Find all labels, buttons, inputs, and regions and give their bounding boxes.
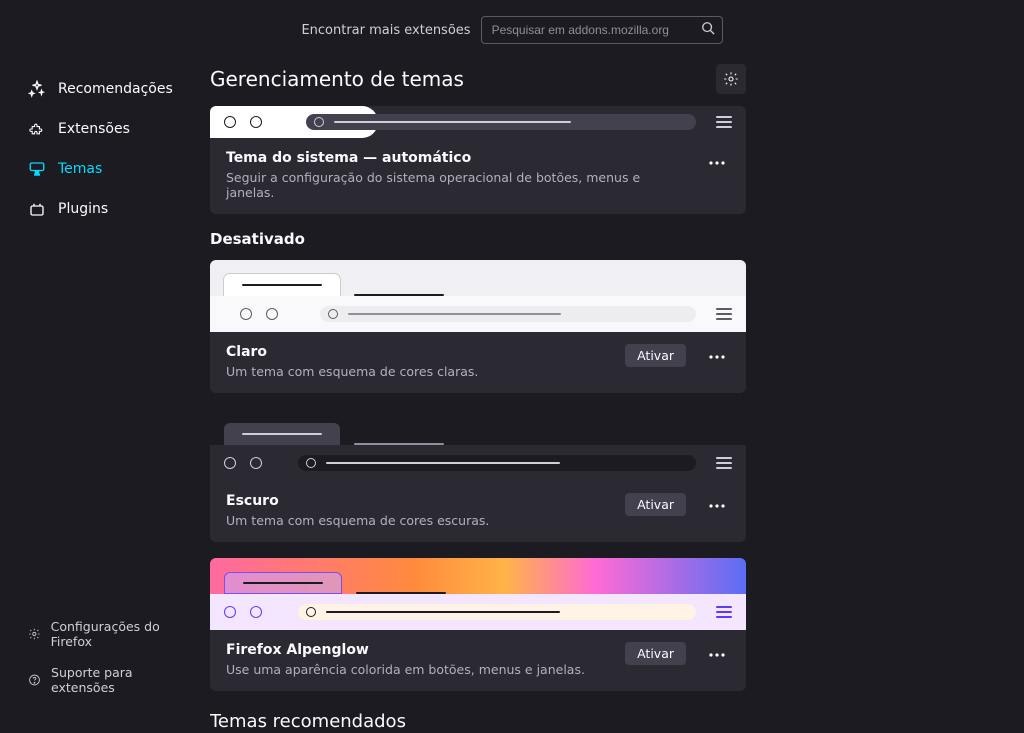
activate-button[interactable]: Ativar [625, 344, 686, 367]
gear-icon [28, 627, 41, 641]
theme-desc: Um tema com esquema de cores escuras. [226, 513, 613, 528]
theme-preview [210, 296, 746, 332]
theme-desc: Use uma aparência colorida em botões, me… [226, 662, 613, 677]
footer-link-label: Configurações do Firefox [51, 619, 190, 649]
help-icon [28, 673, 41, 687]
sidebar: Recomendações Extensões Temas Plugins Co… [0, 54, 210, 733]
theme-preview-tabstrip [210, 260, 746, 296]
more-options-button[interactable] [704, 493, 730, 519]
plugin-icon [28, 200, 46, 218]
search-label: Encontrar mais extensões [301, 23, 470, 38]
footer-link-settings[interactable]: Configurações do Firefox [18, 613, 200, 655]
recommended-heading: Temas recomendados [210, 711, 746, 732]
puzzle-icon [28, 120, 46, 138]
sparkle-icon [28, 80, 46, 98]
footer-link-support[interactable]: Suporte para extensões [18, 659, 200, 701]
theme-desc: Um tema com esquema de cores claras. [226, 364, 613, 379]
theme-card-dark: Escuro Um tema com esquema de cores escu… [210, 409, 746, 542]
more-options-button[interactable] [704, 150, 730, 176]
theme-preview-tabstrip [210, 409, 746, 445]
search-box [481, 16, 723, 44]
activate-button[interactable]: Ativar [625, 493, 686, 516]
sidebar-item-label: Extensões [58, 121, 130, 137]
theme-title[interactable]: Escuro [226, 493, 613, 509]
theme-card-system-auto: Tema do sistema — automático Seguir a co… [210, 106, 746, 214]
page-title: Gerenciamento de temas [210, 67, 464, 91]
theme-title[interactable]: Firefox Alpenglow [226, 642, 613, 658]
sidebar-item-label: Temas [58, 161, 102, 177]
ellipsis-icon [709, 355, 725, 359]
themes-settings-button[interactable] [716, 64, 746, 94]
sidebar-item-extensions[interactable]: Extensões [18, 112, 200, 146]
theme-preview [210, 445, 746, 481]
activate-button[interactable]: Ativar [625, 642, 686, 665]
theme-desc: Seguir a configuração do sistema operaci… [226, 170, 692, 200]
more-options-button[interactable] [704, 344, 730, 370]
search-input[interactable] [481, 16, 723, 44]
theme-preview-tabstrip [210, 558, 746, 594]
theme-title[interactable]: Claro [226, 344, 613, 360]
footer-link-label: Suporte para extensões [51, 665, 190, 695]
ellipsis-icon [709, 161, 725, 165]
sidebar-item-recommendations[interactable]: Recomendações [18, 72, 200, 106]
theme-preview [210, 106, 746, 138]
brush-icon [28, 160, 46, 178]
sidebar-item-label: Recomendações [58, 81, 173, 97]
sidebar-item-label: Plugins [58, 201, 108, 217]
theme-title[interactable]: Tema do sistema — automático [226, 150, 692, 166]
sidebar-item-plugins[interactable]: Plugins [18, 192, 200, 226]
header-search-row: Encontrar mais extensões [0, 0, 1024, 54]
gear-icon [723, 71, 739, 87]
main-content: Gerenciamento de temas Tema do sistema —… [210, 54, 770, 733]
disabled-heading: Desativado [210, 230, 746, 248]
theme-card-light: Claro Um tema com esquema de cores clara… [210, 260, 746, 393]
ellipsis-icon [709, 653, 725, 657]
theme-card-alpenglow: Firefox Alpenglow Use uma aparência colo… [210, 558, 746, 691]
sidebar-item-themes[interactable]: Temas [18, 152, 200, 186]
ellipsis-icon [709, 504, 725, 508]
more-options-button[interactable] [704, 642, 730, 668]
theme-preview [210, 594, 746, 630]
